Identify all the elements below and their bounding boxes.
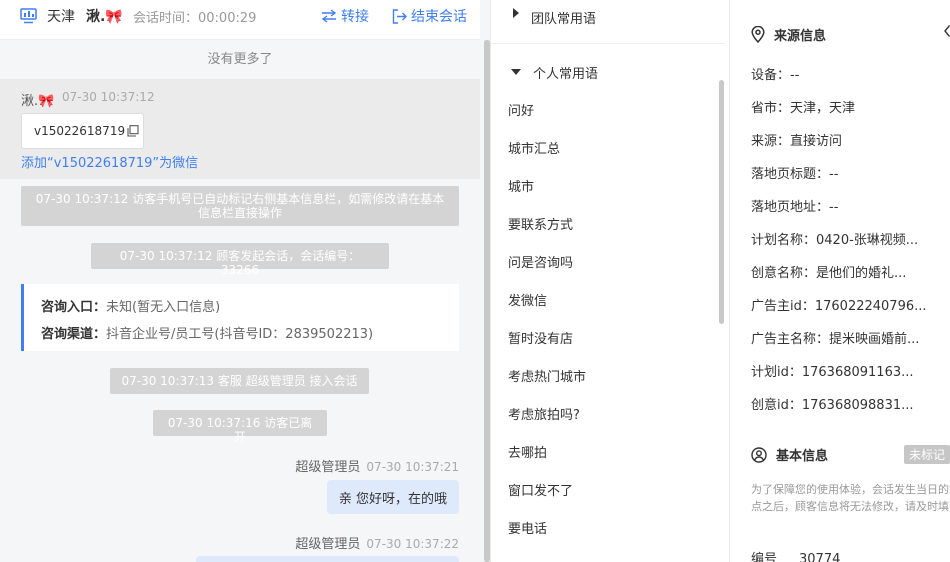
visitor-info-panel: 来源信息 设备：-- 省市：天津，天津 来源：直接访问 落地页标题：-- 落地页…	[731, 0, 950, 562]
transfer-label: 转接	[341, 9, 369, 25]
agent-name: 超级管理员	[295, 460, 361, 475]
agent-message-time: 07-30 10:37:22	[366, 537, 459, 551]
agent-message-bubble: 亲 您好呀，在的哦	[327, 480, 459, 514]
info-row-source: 来源：直接访问	[751, 134, 843, 149]
agent-message-meta: 超级管理员 07-30 10:37:22	[295, 533, 459, 552]
channel-value: 抖音企业号/员工号(抖音号ID：2839502213)	[106, 327, 374, 342]
end-session-label: 结束会话	[411, 9, 467, 25]
header-user-name: 湫.🎀	[86, 9, 123, 25]
unmarked-badge[interactable]: 未标记	[904, 445, 950, 464]
wechat-id-box[interactable]: v15022618719	[21, 113, 144, 149]
phrase-item[interactable]: 暂时没有店	[508, 328, 573, 347]
monitor-icon	[20, 0, 41, 32]
phrase-item[interactable]: 问是咨询吗	[508, 252, 573, 271]
phrase-item[interactable]: 发微信	[508, 290, 547, 309]
entry-info-card: 咨询入口：未知(暂无入口信息) 咨询渠道：抖音企业号/员工号(抖音号ID：283…	[21, 284, 459, 351]
info-row-creative-id: 创意id：176368098831...	[751, 398, 914, 413]
header-city: 天津	[47, 9, 75, 25]
system-message: 07-30 10:37:12 顾客发起会话，会话编号：33266	[91, 243, 389, 277]
user-circle-icon	[751, 446, 767, 463]
phrase-item[interactable]: 窗口发不了	[508, 480, 573, 499]
end-session-button[interactable]: 结束会话	[392, 0, 467, 32]
agent-name: 超级管理员	[295, 537, 361, 552]
quick-phrases-panel: 团队常用语 个人常用语 问好 城市汇总 城市 要联系方式 问是咨询吗 发微信 暂…	[490, 0, 730, 562]
session-time: 会话时间：00:00:29	[133, 10, 257, 26]
chevron-left-icon[interactable]	[944, 25, 950, 41]
agent-message-time: 07-30 10:37:21	[366, 460, 459, 474]
entry-row: 咨询入口：未知(暂无入口信息)	[41, 294, 459, 321]
phrase-item[interactable]: 城市	[508, 176, 534, 195]
visitor-id-row: 编号 30774	[751, 548, 840, 562]
basic-info-note: 为了保障您的使用体验，会话发生当日的24点之后，顾客信息将无法修改，请及时填写	[751, 483, 950, 513]
caret-right-icon	[513, 8, 519, 18]
info-row-advertiser-name: 广告主名称：提米映画婚前...	[751, 332, 920, 347]
phrase-item[interactable]: 问好	[508, 100, 534, 119]
chat-panel: 天津 湫.🎀 会话时间：00:00:29 转接 结束会话 没有更多了 湫.🎀 0…	[0, 0, 490, 562]
system-message: 07-30 10:37:16 访客已离开	[153, 410, 327, 444]
transfer-button[interactable]: 转接	[321, 0, 369, 32]
entry-label: 咨询入口：	[41, 300, 107, 315]
channel-label: 咨询渠道：	[41, 327, 107, 342]
info-row-landing-title: 落地页标题：--	[751, 167, 839, 182]
personal-phrases-toggle[interactable]: 个人常用语	[491, 58, 725, 86]
basic-info-label: 基本信息	[776, 449, 829, 464]
team-phrases-toggle[interactable]: 团队常用语	[491, 0, 725, 44]
phrase-item[interactable]: 考虑热门城市	[508, 366, 586, 385]
entry-value: 未知(暂无入口信息)	[106, 300, 221, 315]
phrase-item[interactable]: 考虑旅拍吗?	[508, 404, 580, 423]
phrase-item[interactable]: 城市汇总	[508, 138, 560, 157]
app-window: 天津 湫.🎀 会话时间：00:00:29 转接 结束会话 没有更多了 湫.🎀 0…	[0, 0, 950, 562]
info-row-plan-name: 计划名称：0420-张琳视频...	[751, 233, 919, 248]
source-info-title: 来源信息	[751, 25, 826, 44]
phrase-item[interactable]: 要电话	[508, 518, 547, 537]
system-message: 07-30 10:37:13 客服 超级管理员 接入会话	[110, 368, 369, 394]
personal-phrases-label: 个人常用语	[533, 66, 599, 82]
phrases-scrollbar[interactable]	[719, 80, 724, 324]
system-message: 07-30 10:37:12 访客手机号已自动标记右侧基本信息栏，如需修改请在基…	[21, 186, 459, 226]
phrase-item[interactable]: 去哪拍	[508, 442, 547, 461]
visitor-id-value: 30774	[799, 552, 841, 562]
info-row-plan-id: 计划id：176368091163...	[751, 365, 914, 380]
info-row-region: 省市：天津，天津	[751, 101, 856, 116]
location-pin-icon	[751, 26, 765, 43]
info-row-creative-name: 创意名称：是他们的婚礼...	[751, 266, 907, 281]
wechat-id: v15022618719	[34, 124, 126, 138]
copy-icon[interactable]	[127, 125, 139, 137]
team-phrases-label: 团队常用语	[531, 12, 597, 27]
visitor-id-label: 编号	[751, 552, 778, 562]
info-row-landing-url: 落地页地址：--	[751, 200, 839, 215]
source-info-label: 来源信息	[774, 29, 827, 44]
agent-message-meta: 超级管理员 07-30 10:37:21	[295, 456, 459, 475]
chat-header: 天津 湫.🎀 会话时间：00:00:29 转接 结束会话	[0, 0, 480, 40]
channel-row: 咨询渠道：抖音企业号/员工号(抖音号ID：2839502213)	[41, 321, 459, 348]
visitor-time: 07-30 10:37:12	[62, 90, 155, 104]
add-wechat-link[interactable]: 添加“v15022618719”为微信	[21, 152, 198, 171]
no-more-text: 没有更多了	[207, 52, 273, 67]
visitor-name: 湫.🎀	[21, 94, 55, 109]
basic-info-title: 基本信息	[751, 445, 828, 464]
logout-icon	[392, 8, 407, 24]
visitor-profile-card: 湫.🎀 07-30 10:37:12 v15022618719 添加“v1502…	[0, 79, 480, 179]
agent-message-bubble	[196, 556, 459, 562]
transfer-icon	[321, 9, 337, 23]
info-row-device: 设备：--	[751, 68, 800, 83]
info-row-advertiser-id: 广告主id：176022240796...	[751, 299, 927, 314]
caret-down-icon	[511, 69, 521, 75]
phrase-item[interactable]: 要联系方式	[508, 214, 573, 233]
